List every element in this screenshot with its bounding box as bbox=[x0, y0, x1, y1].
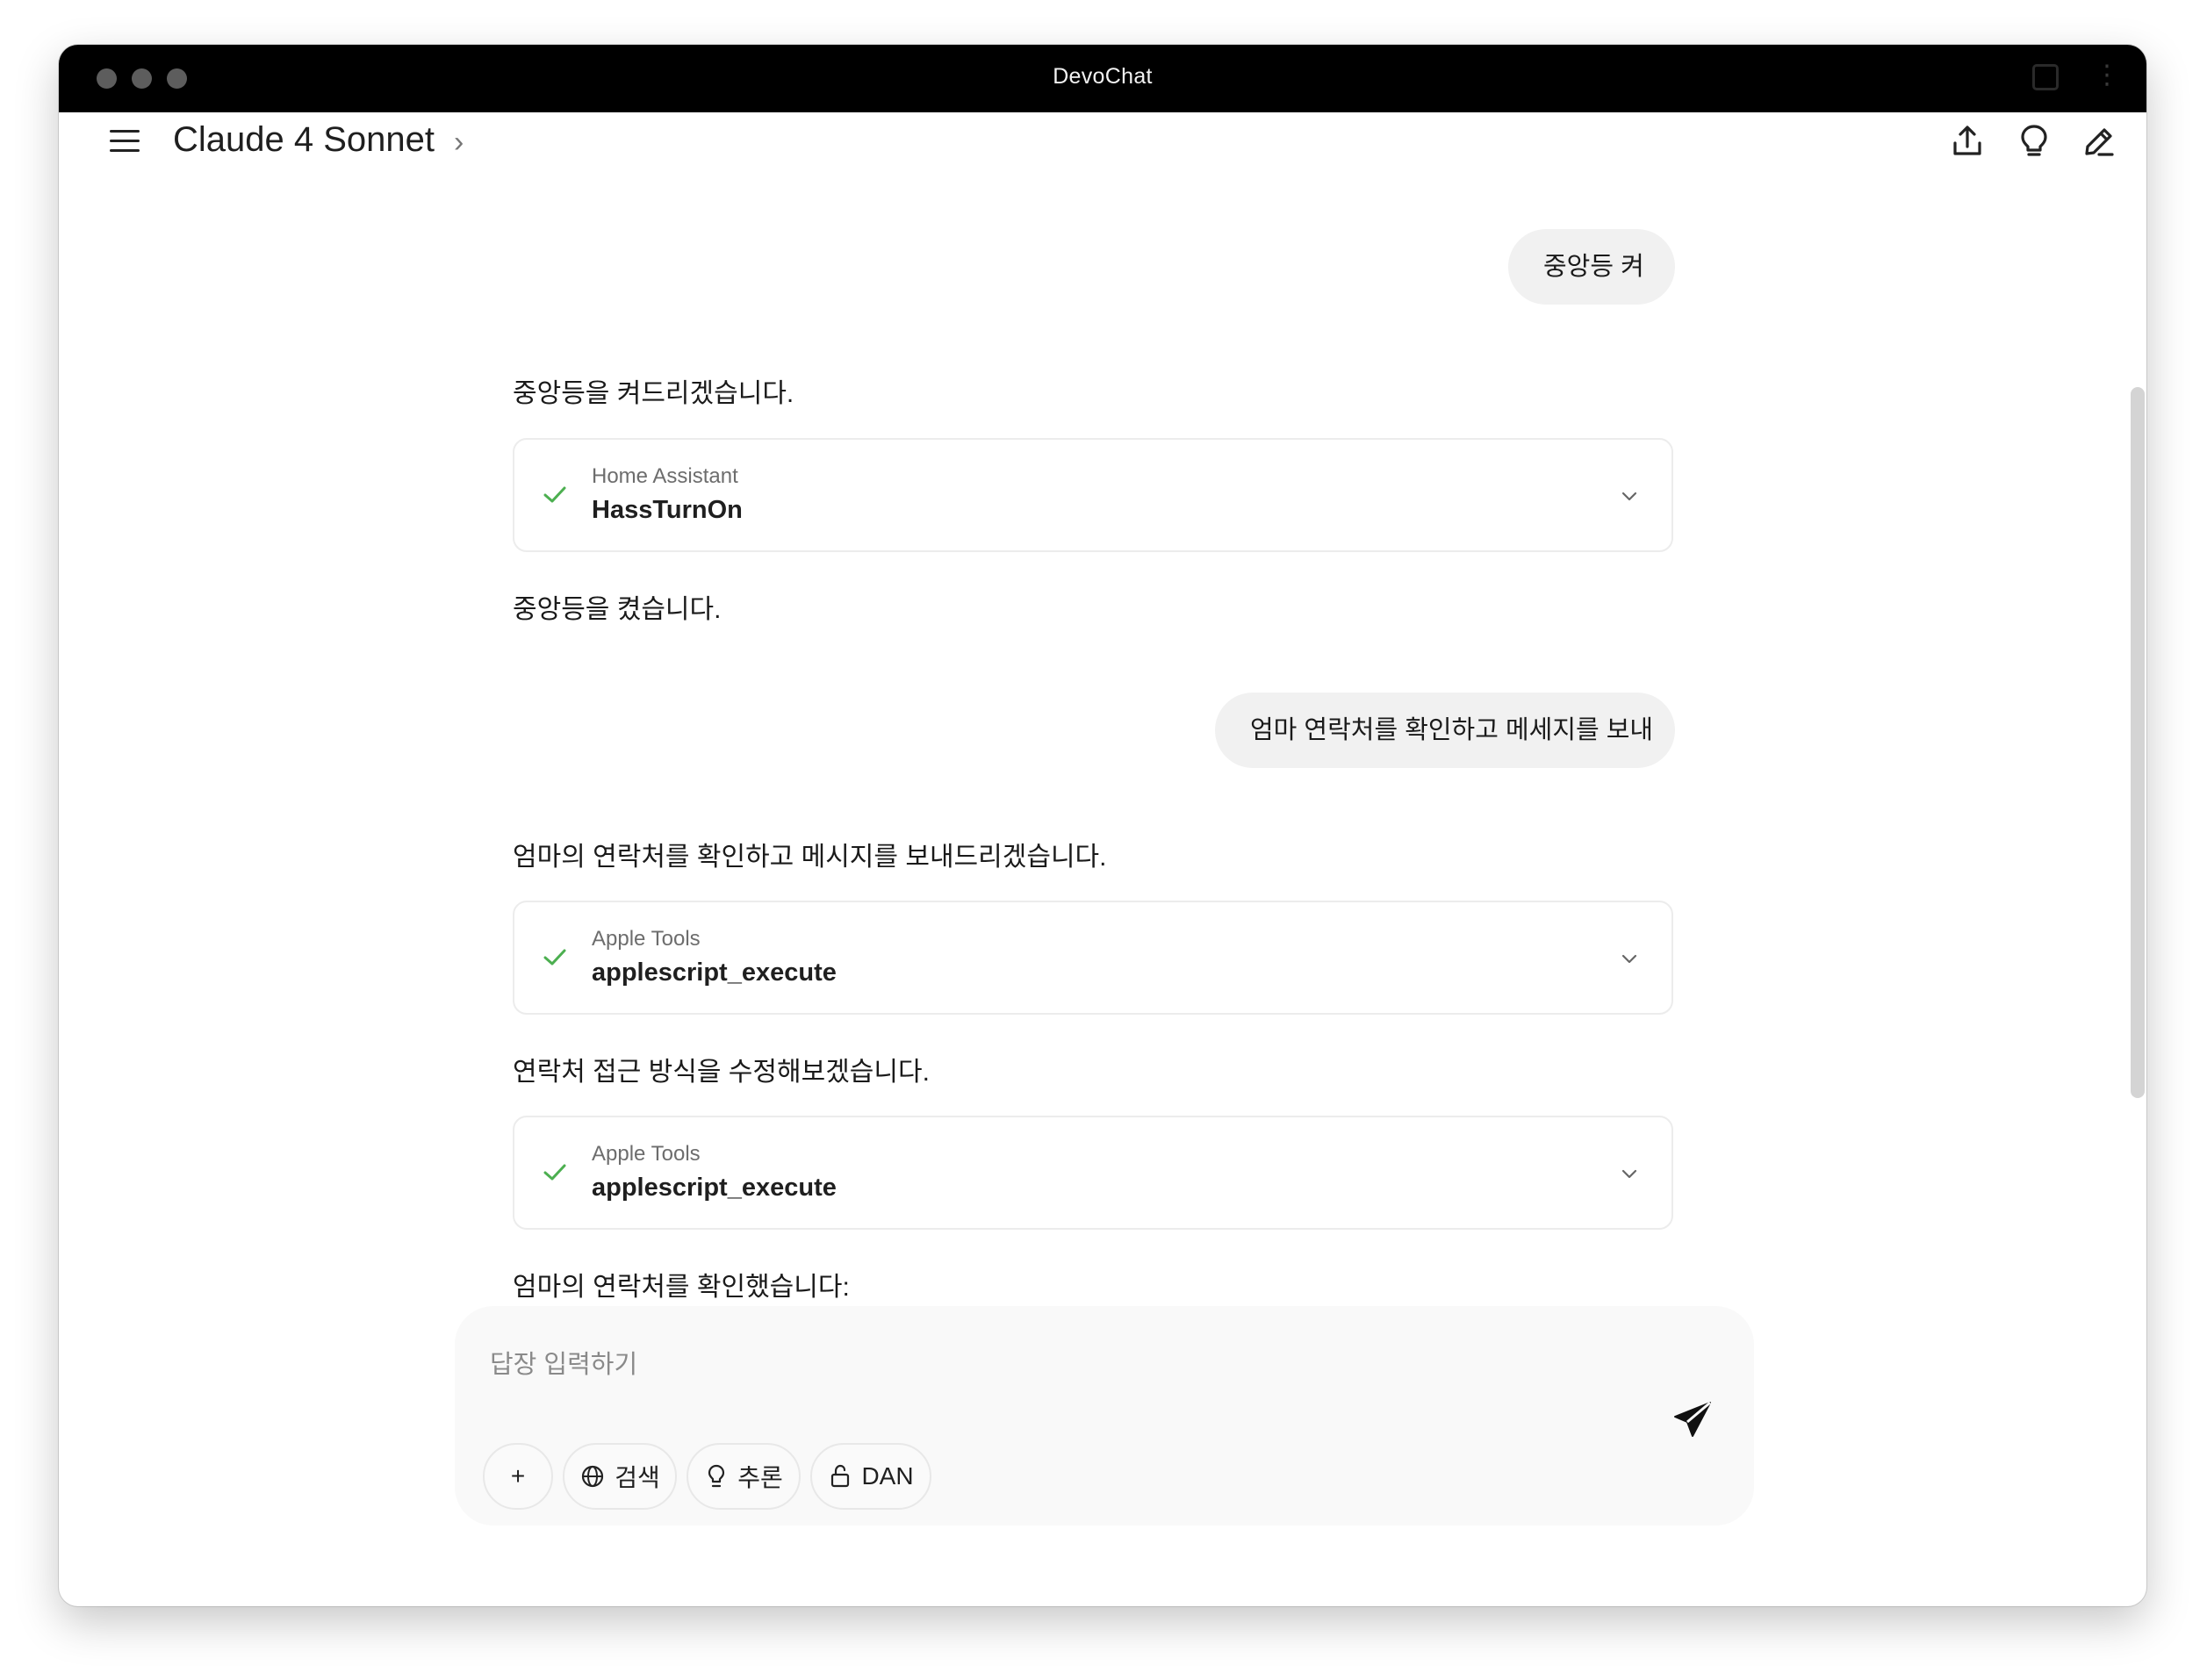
share-icon[interactable] bbox=[1948, 122, 1987, 161]
reasoning-label: 추론 bbox=[737, 1464, 783, 1491]
reasoning-toggle-button[interactable]: 추론 bbox=[687, 1443, 801, 1510]
add-button[interactable]: + bbox=[483, 1443, 553, 1510]
app-window: DevoChat ⋮ Claude 4 Sonnet › 중앙등 켜 중앙등을 … bbox=[59, 45, 2146, 1606]
globe-icon bbox=[582, 1465, 604, 1488]
lightbulb-icon bbox=[708, 1464, 725, 1488]
tool-name: applescript_execute bbox=[592, 958, 837, 987]
check-icon bbox=[543, 1164, 566, 1181]
window-title: DevoChat bbox=[1053, 64, 1153, 89]
assistant-message-text: 연락처 접근 방식을 수정해보겠습니다. bbox=[513, 1058, 930, 1087]
edit-icon[interactable] bbox=[2080, 122, 2118, 161]
chevron-down-icon[interactable] bbox=[1619, 485, 1640, 506]
assistant-message-text: 엄마의 연락처를 확인했습니다: bbox=[513, 1273, 850, 1302]
tool-source: Apple Tools bbox=[592, 927, 701, 951]
user-message: 중앙등 켜 bbox=[1508, 229, 1675, 305]
check-icon bbox=[543, 949, 566, 966]
tool-source: Home Assistant bbox=[592, 464, 738, 488]
dan-toggle-button[interactable]: DAN bbox=[810, 1443, 931, 1510]
user-message: 엄마 연락처를 확인하고 메세지를 보내 bbox=[1215, 693, 1675, 768]
extension-icon[interactable] bbox=[2032, 64, 2059, 90]
reply-input[interactable] bbox=[488, 1338, 1633, 1392]
send-icon[interactable] bbox=[1670, 1397, 1715, 1443]
search-label: 검색 bbox=[615, 1464, 660, 1491]
lightbulb-icon[interactable] bbox=[2015, 122, 2053, 161]
title-bar: DevoChat ⋮ bbox=[59, 45, 2146, 112]
chevron-down-icon[interactable] bbox=[1619, 948, 1640, 969]
check-icon bbox=[543, 486, 566, 503]
scrollbar[interactable] bbox=[2125, 212, 2146, 1440]
search-toggle-button[interactable]: 검색 bbox=[563, 1443, 677, 1510]
add-label: + bbox=[510, 1462, 526, 1490]
dan-label: DAN bbox=[861, 1462, 914, 1490]
chevron-down-icon[interactable] bbox=[1619, 1163, 1640, 1184]
scrollbar-thumb[interactable] bbox=[2131, 387, 2145, 1098]
tool-call-card[interactable]: Apple Tools applescript_execute bbox=[513, 901, 1673, 1015]
tool-name: HassTurnOn bbox=[592, 496, 743, 524]
message-composer: + 검색 추론 DAN bbox=[455, 1306, 1754, 1526]
more-options-icon[interactable]: ⋮ bbox=[2094, 62, 2120, 89]
tool-call-card[interactable]: Home Assistant HassTurnOn bbox=[513, 438, 1673, 552]
model-selector[interactable]: Claude 4 Sonnet bbox=[173, 120, 435, 160]
tool-call-card[interactable]: Apple Tools applescript_execute bbox=[513, 1116, 1673, 1230]
tool-source: Apple Tools bbox=[592, 1142, 701, 1166]
menu-icon[interactable] bbox=[110, 128, 141, 154]
unlock-icon bbox=[831, 1464, 850, 1488]
assistant-message-text: 중앙등을 켜드리겠습니다. bbox=[513, 379, 794, 408]
assistant-message-text: 중앙등을 켰습니다. bbox=[513, 595, 722, 624]
chevron-right-icon[interactable]: › bbox=[454, 126, 464, 160]
assistant-message-text: 엄마의 연락처를 확인하고 메시지를 보내드리겠습니다. bbox=[513, 843, 1107, 872]
tool-name: applescript_execute bbox=[592, 1174, 837, 1202]
